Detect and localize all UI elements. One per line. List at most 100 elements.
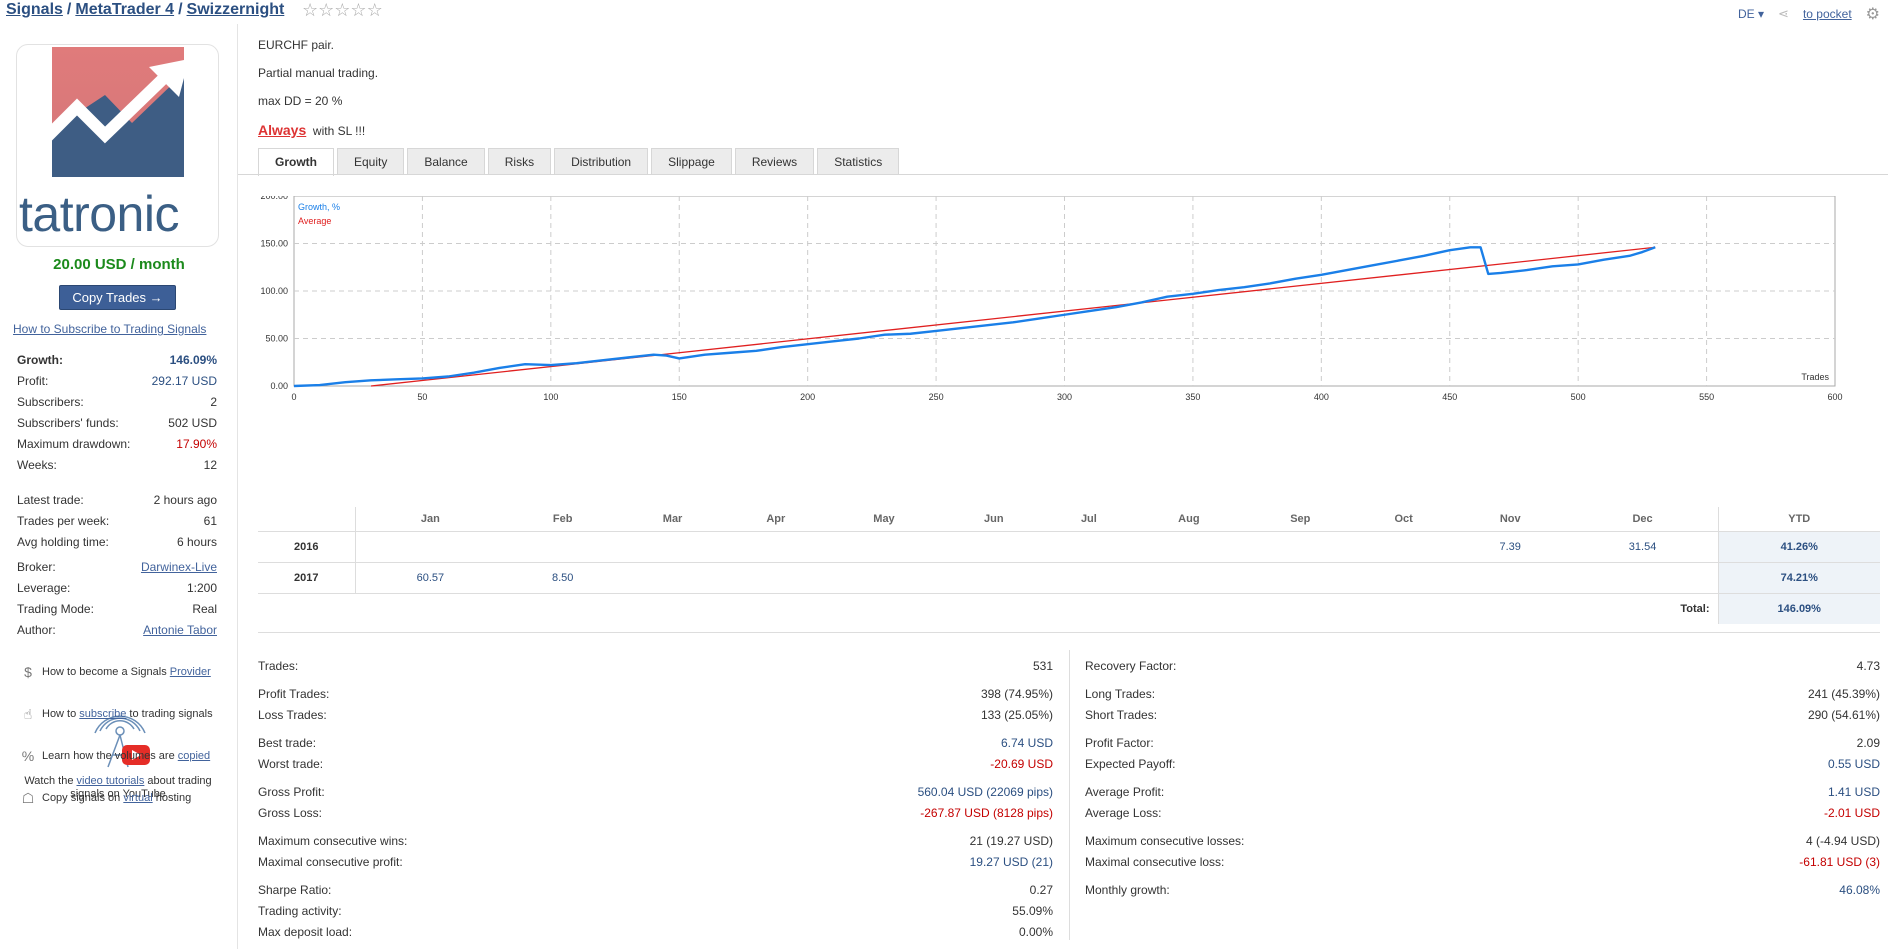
trade-stat-label: Profit Trades: bbox=[258, 687, 330, 701]
x-tick-label: 350 bbox=[1185, 392, 1200, 402]
month-value-cell bbox=[620, 531, 725, 563]
provider-link[interactable]: Provider bbox=[170, 666, 211, 678]
month-value-cell bbox=[355, 531, 506, 563]
x-tick-label: 550 bbox=[1699, 392, 1714, 402]
x-tick-label: 500 bbox=[1571, 392, 1586, 402]
trade-stat-label: Loss Trades: bbox=[258, 708, 327, 722]
share-icon[interactable]: ⋖ bbox=[1778, 6, 1789, 22]
description-line: EURCHF pair. bbox=[258, 38, 335, 52]
header-actions: DE ▾ ⋖ to pocket ⚙ bbox=[1738, 4, 1880, 24]
signal-logo: tatronic bbox=[16, 44, 219, 247]
copied-link[interactable]: copied bbox=[178, 750, 210, 762]
description-line: max DD = 20 % bbox=[258, 94, 343, 108]
month-header: Feb bbox=[505, 507, 621, 532]
star-icon[interactable]: ☆ bbox=[350, 0, 366, 20]
breadcrumb-separator: / bbox=[178, 1, 183, 18]
stat-gap bbox=[1085, 677, 1880, 684]
months-header-row: Jan Feb Mar Apr May Jun Jul Aug Sep Oct Nov Dec YTD bbox=[258, 507, 1880, 532]
trade-stat-row: Gross Loss: -267.87 USD (8128 pips) bbox=[258, 803, 1053, 824]
trade-stat-row: Gross Profit: 560.04 USD (22069 pips) bbox=[258, 782, 1053, 803]
logo-text: tatronic bbox=[19, 186, 179, 242]
language-selector[interactable]: DE ▾ bbox=[1738, 7, 1764, 21]
trade-stat-value: 398 (74.95%) bbox=[980, 687, 1053, 701]
tab-distribution[interactable]: Distribution bbox=[554, 148, 649, 175]
trade-stat-value: 55.09% bbox=[1012, 904, 1053, 918]
trade-stat-value: 560.04 USD (22069 pips) bbox=[917, 785, 1053, 799]
trade-stat-value: -20.69 USD bbox=[990, 757, 1053, 771]
description-line: Partial manual trading. bbox=[258, 66, 379, 80]
help-pre: How to become a Signals bbox=[42, 666, 170, 678]
trade-stat-label: Trades: bbox=[258, 659, 299, 673]
star-icon[interactable]: ☆ bbox=[302, 0, 318, 20]
trade-stat-label: Gross Profit: bbox=[258, 785, 325, 799]
trade-stat-label: Profit Factor: bbox=[1085, 736, 1154, 750]
month-value-cell bbox=[620, 562, 725, 594]
star-icon[interactable]: ☆ bbox=[318, 0, 334, 20]
trade-stat-row: Best trade: 6.74 USD bbox=[258, 733, 1053, 754]
legend-growth: Growth, % bbox=[298, 202, 340, 212]
trade-stat-row: Trading activity: 55.09% bbox=[258, 901, 1053, 922]
month-header: Sep bbox=[1246, 507, 1355, 532]
breadcrumb-signals[interactable]: Signals bbox=[6, 1, 63, 18]
to-pocket-link[interactable]: to pocket bbox=[1803, 7, 1852, 21]
month-value-cell bbox=[1046, 562, 1132, 594]
monthly-returns-table: Jan Feb Mar Apr May Jun Jul Aug Sep Oct Nov Dec YTD … bbox=[258, 507, 1880, 624]
rating-stars[interactable]: ☆☆☆☆☆ bbox=[302, 0, 383, 21]
how-to-subscribe-link[interactable]: How to Subscribe to Trading Signals bbox=[13, 322, 206, 336]
month-value-cell bbox=[1131, 562, 1247, 594]
legend-average: Average bbox=[298, 216, 331, 226]
stat-value: Real bbox=[192, 602, 217, 616]
stat-value[interactable]: Darwinex-Live bbox=[141, 557, 217, 578]
month-header: May bbox=[826, 507, 942, 532]
x-tick-label: 450 bbox=[1442, 392, 1457, 402]
trading-stats-right: Recovery Factor: 4.73 Long Trades: 241 (45.… bbox=[1085, 656, 1880, 901]
help-subscribe: ☝ How to subscribe to trading signals bbox=[20, 706, 213, 722]
month-value-cell bbox=[941, 531, 1047, 563]
x-tick-label: 600 bbox=[1827, 392, 1842, 402]
video-tutorials-link[interactable]: video tutorials bbox=[77, 775, 145, 787]
help-pre: Copy signals on bbox=[42, 792, 124, 804]
virtual-hosting-link[interactable]: virtual bbox=[123, 792, 152, 804]
star-icon[interactable]: ☆ bbox=[367, 0, 383, 20]
copy-trades-button[interactable]: Copy Trades → bbox=[59, 285, 176, 310]
tab-growth[interactable]: Growth bbox=[258, 148, 334, 176]
signal-stats-group-2: Latest trade: 2 hours ago Trades per week:… bbox=[17, 490, 217, 553]
breadcrumb-signal-name[interactable]: Swizzernight bbox=[187, 1, 285, 18]
y-tick-label: 100.00 bbox=[260, 286, 288, 296]
trade-stat-row: Worst trade: -20.69 USD bbox=[258, 754, 1053, 775]
trade-stat-row: Maximum consecutive wins: 21 (19.27 USD) bbox=[258, 831, 1053, 852]
tab-balance[interactable]: Balance bbox=[407, 148, 485, 175]
tab-statistics[interactable]: Statistics bbox=[817, 148, 900, 175]
subscribe-link[interactable]: subscribe bbox=[79, 708, 126, 720]
tab-equity[interactable]: Equity bbox=[337, 148, 405, 175]
help-text: How to become a Signals Provider bbox=[42, 666, 211, 678]
tab-risks[interactable]: Risks bbox=[487, 148, 552, 175]
stat-gap bbox=[258, 873, 1053, 880]
tab-slippage[interactable]: Slippage bbox=[651, 148, 732, 175]
stat-value: 146.09% bbox=[169, 353, 217, 367]
trade-stat-value: -2.01 USD bbox=[1823, 806, 1880, 820]
gear-icon[interactable]: ⚙ bbox=[1866, 4, 1880, 24]
stat-row: Subscribers: 2 bbox=[17, 392, 217, 413]
x-axis-label: Trades bbox=[1801, 372, 1829, 382]
breadcrumb-metatrader4[interactable]: MetaTrader 4 bbox=[75, 1, 174, 18]
trade-stat-label: Average Profit: bbox=[1085, 785, 1165, 799]
year-cell: 2016 bbox=[258, 531, 356, 563]
tab-reviews[interactable]: Reviews bbox=[734, 148, 815, 175]
stat-label: Trading Mode: bbox=[17, 602, 94, 616]
trade-stat-row: Recovery Factor: 4.73 bbox=[1085, 656, 1880, 677]
stat-gap bbox=[258, 775, 1053, 782]
trade-stat-row: Long Trades: 241 (45.39%) bbox=[1085, 684, 1880, 705]
stat-value: 2 bbox=[210, 395, 217, 409]
ytd-cell: 41.26% bbox=[1717, 531, 1880, 563]
section-divider bbox=[258, 632, 1880, 633]
stat-value: 1:200 bbox=[186, 581, 217, 595]
stat-row: Leverage: 1:200 bbox=[17, 578, 217, 599]
star-icon[interactable]: ☆ bbox=[334, 0, 350, 20]
ytd-header: YTD bbox=[1717, 507, 1880, 532]
month-value-cell bbox=[1354, 531, 1453, 563]
stat-value[interactable]: Antonie Tabor bbox=[143, 620, 217, 641]
trade-stat-row: Sharpe Ratio: 0.27 bbox=[258, 880, 1053, 901]
column-divider bbox=[1069, 650, 1070, 940]
stat-gap bbox=[258, 677, 1053, 684]
